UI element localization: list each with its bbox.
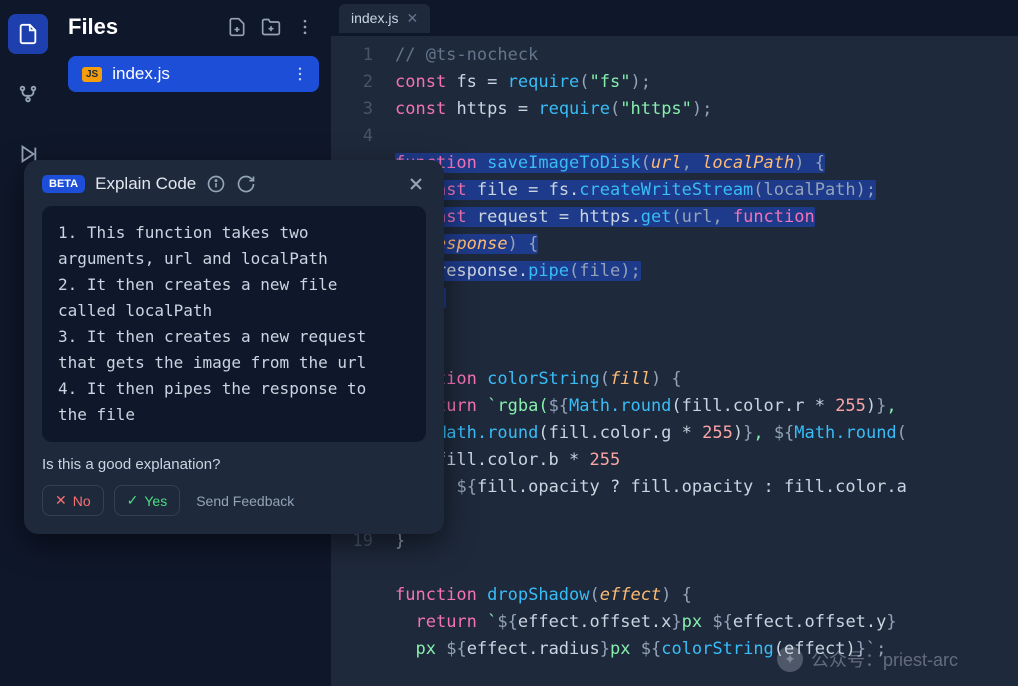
file-more-icon[interactable] <box>291 65 309 83</box>
close-icon[interactable]: ✕ <box>406 10 418 27</box>
feedback-question: Is this a good explanation? <box>42 456 426 473</box>
more-icon[interactable] <box>295 17 315 37</box>
file-icon <box>17 23 39 45</box>
file-name: index.js <box>112 64 170 84</box>
code-lines: // @ts-nocheck const fs = require("fs");… <box>391 42 1018 686</box>
tab-index-js[interactable]: index.js ✕ <box>339 4 430 33</box>
js-badge-icon: JS <box>82 67 102 82</box>
tab-bar: index.js ✕ <box>331 0 1018 36</box>
feedback-yes-button[interactable]: ✓ Yes <box>114 485 181 516</box>
info-icon[interactable] <box>206 174 226 194</box>
close-icon[interactable] <box>406 174 426 194</box>
beta-badge: BETA <box>42 175 85 193</box>
explain-code-panel: BETA Explain Code 1. This function takes… <box>24 160 444 534</box>
new-file-icon[interactable] <box>227 17 247 37</box>
refresh-icon[interactable] <box>236 174 256 194</box>
file-tree-item[interactable]: JS index.js <box>68 56 319 92</box>
vcs-btn[interactable] <box>8 74 48 114</box>
branch-icon <box>17 83 39 105</box>
files-btn[interactable] <box>8 14 48 54</box>
send-feedback-link[interactable]: Send Feedback <box>196 493 294 509</box>
explanation-body: 1. This function takes two arguments, ur… <box>42 206 426 442</box>
panel-title: Explain Code <box>95 174 196 194</box>
new-folder-icon[interactable] <box>261 17 281 37</box>
tab-label: index.js <box>351 10 398 26</box>
sidebar-title: Files <box>68 14 118 40</box>
feedback-no-button[interactable]: ✕ No <box>42 485 104 516</box>
